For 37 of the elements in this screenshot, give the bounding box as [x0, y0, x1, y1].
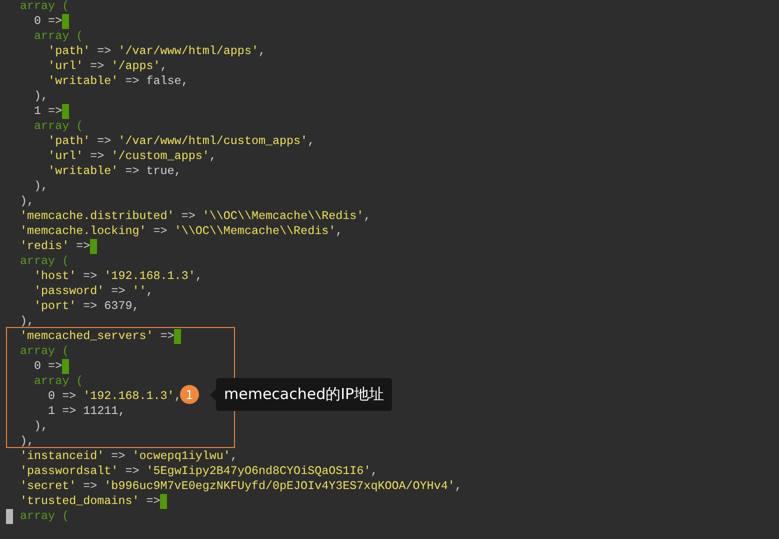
code-line: ), [20, 314, 34, 329]
code-line: 0 => [33, 359, 62, 374]
code-line: 'port' => 6379, [33, 299, 140, 314]
code-line: 'memcache.distributed' => '\\OC\\Memcache\\Redis', [20, 209, 371, 224]
code-line: 'url' => '/custom_apps', [47, 149, 216, 164]
code-line: array ( [20, 0, 70, 14]
annotation-tooltip: memecached的IP地址 [216, 378, 392, 411]
code-line: array ( [33, 374, 84, 389]
code-line: 'writable' => false, [47, 74, 188, 89]
code-line: 'url' => '/apps', [47, 59, 168, 74]
code-line: 'memcached_servers' => [20, 329, 174, 344]
code-line: array ( [20, 509, 70, 524]
code-line: array ( [20, 254, 70, 269]
code-line: ), [33, 179, 48, 194]
number-badge: 1 [180, 385, 199, 404]
code-line: 'host' => '192.168.1.3', [33, 269, 202, 284]
code-line: ), [20, 434, 34, 449]
code-line: 'path' => '/var/www/html/custom_apps', [47, 134, 315, 149]
code-line: ), [20, 194, 34, 209]
code-line: 'password' => '', [33, 284, 154, 299]
code-line: 'writable' => true, [47, 164, 182, 179]
code-line: 'instanceid' => 'ocwepq1iylwu', [20, 449, 238, 464]
code-line: ), [33, 89, 48, 104]
code-line: 'trusted_domains' => [20, 494, 160, 509]
code-line: 'secret' => 'b996uc9M7vE0egzNKFUyfd/0pEJOIv4Y3ES7xqKOOA/OYHv4', [20, 479, 462, 494]
code-line: 1 => [33, 104, 62, 119]
code-line: 0 => [33, 14, 62, 29]
code-line: 'passwordsalt' => '5EgwIipy2B47yO6nd8CYOiSQaOS1I6', [20, 464, 378, 479]
code-line: 'memcache.locking' => '\\OC\\Memcache\\Redis', [20, 224, 343, 239]
code-line: 'redis' => [20, 239, 90, 254]
code-line: array ( [33, 29, 84, 44]
code-line: 1 => 11211, [47, 404, 126, 419]
code-line: array ( [20, 344, 70, 359]
code-line: ), [33, 419, 48, 434]
code-line: array ( [33, 119, 84, 134]
code-line: 'path' => '/var/www/html/apps', [47, 44, 266, 59]
code-line: 0 => '192.168.1.3', [47, 389, 182, 404]
